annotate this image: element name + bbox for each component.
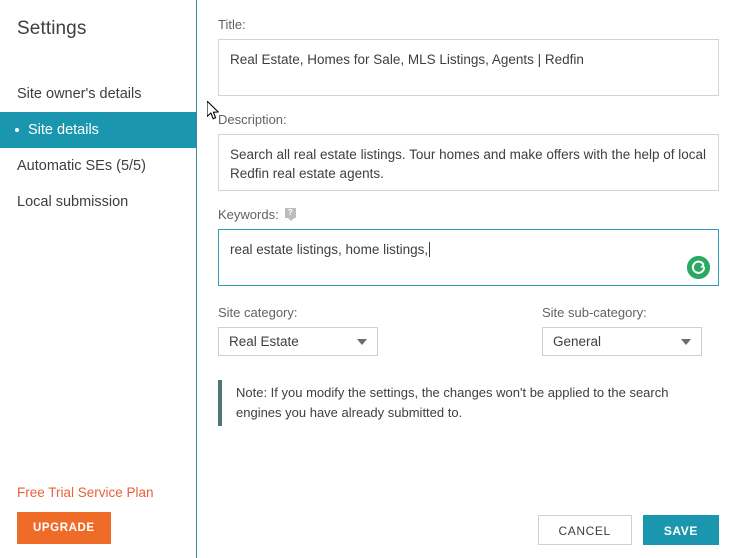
sidebar-item-label: Site details xyxy=(28,122,99,138)
site-category-group: Site category: Real Estate xyxy=(218,305,378,356)
site-subcategory-select[interactable]: General xyxy=(542,327,702,356)
site-subcategory-group: Site sub-category: General xyxy=(542,305,702,356)
main-panel: Title: Description: Keywords: ? xyxy=(197,0,736,558)
save-button[interactable]: SAVE xyxy=(642,515,719,545)
page-title: Settings xyxy=(17,18,87,39)
upgrade-button[interactable]: UPGRADE xyxy=(17,512,111,544)
keywords-input[interactable] xyxy=(218,229,719,286)
sidebar-item-site-owners-details[interactable]: Site owner's details xyxy=(0,76,196,112)
sidebar-item-label: Local submission xyxy=(17,194,129,210)
description-label: Description: xyxy=(218,112,287,127)
site-category-label: Site category: xyxy=(218,305,298,320)
title-field-group: Title: xyxy=(218,17,719,96)
service-plan-area: Free Trial Service Plan UPGRADE xyxy=(0,485,196,544)
question-help-icon[interactable]: ? xyxy=(284,208,296,221)
sidebar-item-automatic-ses[interactable]: Automatic SEs (5/5) xyxy=(0,148,196,184)
site-category-select[interactable]: Real Estate xyxy=(218,327,378,356)
title-label: Title: xyxy=(218,17,246,32)
cancel-button[interactable]: CANCEL xyxy=(537,515,632,545)
keywords-label-text: Keywords: xyxy=(218,207,279,222)
description-field-group: Description: xyxy=(218,112,719,191)
chevron-down-icon xyxy=(681,338,691,345)
sidebar-item-site-details[interactable]: Site details xyxy=(0,112,196,148)
sidebar-item-label: Site owner's details xyxy=(17,86,142,102)
chevron-down-icon xyxy=(357,338,367,345)
settings-dialog: Settings Site owner's details Site detai… xyxy=(0,0,736,558)
dialog-footer: CANCEL SAVE xyxy=(537,515,719,545)
keywords-field-group: Keywords: ? real estate listings, home l… xyxy=(218,207,719,286)
service-plan-label: Free Trial Service Plan xyxy=(17,485,154,500)
sidebar-item-label: Automatic SEs (5/5) xyxy=(17,158,146,174)
refresh-generate-icon[interactable] xyxy=(687,256,710,279)
keywords-label: Keywords: ? xyxy=(218,207,719,222)
description-input[interactable] xyxy=(218,134,719,191)
help-icon-bubble: ? xyxy=(284,208,296,218)
site-subcategory-value: General xyxy=(553,334,602,349)
active-bullet-icon xyxy=(15,128,19,132)
category-row: Site category: Real Estate Site sub-cate… xyxy=(218,305,719,356)
site-category-value: Real Estate xyxy=(229,334,299,349)
settings-note: Note: If you modify the settings, the ch… xyxy=(218,380,706,426)
site-subcategory-label: Site sub-category: xyxy=(542,305,647,320)
help-icon-tail xyxy=(287,218,294,221)
sidebar: Settings Site owner's details Site detai… xyxy=(0,0,197,558)
title-input[interactable] xyxy=(218,39,719,96)
sidebar-item-local-submission[interactable]: Local submission xyxy=(0,184,196,220)
sidebar-nav: Site owner's details Site details Automa… xyxy=(0,76,196,220)
keywords-input-wrapper: real estate listings, home listings, xyxy=(218,229,719,286)
site-details-form: Title: Description: Keywords: ? xyxy=(197,0,736,426)
